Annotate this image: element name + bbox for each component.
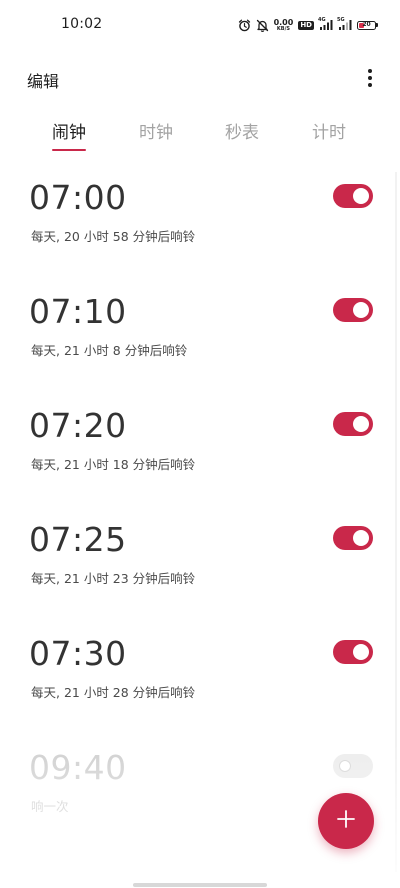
alarm-repeat-info: 响一次 bbox=[31, 799, 69, 814]
battery-icon: 20 bbox=[357, 20, 378, 30]
plus-icon bbox=[336, 809, 356, 833]
signal-icon: 5G bbox=[337, 17, 352, 31]
hd-icon: HD bbox=[298, 20, 314, 30]
alarm-time: 07:10 bbox=[29, 292, 127, 331]
alarm-item[interactable]: 07:20 每天, 21 小时 18 分钟后响铃 bbox=[0, 388, 400, 502]
alarm-item[interactable]: 07:00 每天, 20 小时 58 分钟后响铃 bbox=[0, 160, 400, 274]
alarm-repeat-info: 每天, 20 小时 58 分钟后响铃 bbox=[31, 229, 196, 244]
home-indicator[interactable] bbox=[133, 883, 267, 887]
alarm-toggle[interactable] bbox=[333, 754, 373, 778]
add-alarm-button[interactable] bbox=[318, 793, 374, 849]
signal-icon: 4G bbox=[318, 17, 333, 31]
alarm-item[interactable]: 07:25 每天, 21 小时 23 分钟后响铃 bbox=[0, 502, 400, 616]
alarm-time: 07:25 bbox=[29, 520, 127, 559]
more-vertical-icon[interactable] bbox=[358, 64, 382, 92]
network-speed: 0.00 KB/S bbox=[273, 17, 294, 32]
status-icons: 0.00 KB/S HD 4G 5G 20 bbox=[238, 15, 378, 35]
alarm-time: 07:20 bbox=[29, 406, 127, 445]
alarm-time: 07:30 bbox=[29, 634, 127, 673]
alarm-toggle[interactable] bbox=[333, 184, 373, 208]
alarm-repeat-info: 每天, 21 小时 18 分钟后响铃 bbox=[31, 457, 196, 472]
tab-indicator bbox=[52, 149, 86, 151]
alarm-icon bbox=[238, 19, 251, 32]
alarm-toggle[interactable] bbox=[333, 412, 373, 436]
alarm-toggle[interactable] bbox=[333, 640, 373, 664]
edit-button[interactable]: 编辑 bbox=[27, 68, 59, 92]
alarm-repeat-info: 每天, 21 小时 28 分钟后响铃 bbox=[31, 685, 196, 700]
tab-alarm[interactable]: 闹钟 bbox=[39, 118, 99, 143]
alarm-item[interactable]: 07:30 每天, 21 小时 28 分钟后响铃 bbox=[0, 616, 400, 730]
alarm-repeat-info: 每天, 21 小时 23 分钟后响铃 bbox=[31, 571, 196, 586]
status-bar: 10:02 0.00 KB/S HD 4G 5G 20 bbox=[0, 0, 400, 50]
tab-bar: 闹钟 时钟 秒表 计时 bbox=[26, 112, 374, 156]
alarm-time: 07:00 bbox=[29, 178, 127, 217]
alarm-repeat-info: 每天, 21 小时 8 分钟后响铃 bbox=[31, 343, 188, 358]
alarm-toggle[interactable] bbox=[333, 526, 373, 550]
alarm-time: 09:40 bbox=[29, 748, 127, 787]
tab-clock[interactable]: 时钟 bbox=[126, 118, 186, 143]
tab-timer[interactable]: 计时 bbox=[299, 118, 359, 143]
alarm-item[interactable]: 07:10 每天, 21 小时 8 分钟后响铃 bbox=[0, 274, 400, 388]
status-time: 10:02 bbox=[61, 16, 103, 32]
tab-stopwatch[interactable]: 秒表 bbox=[212, 118, 272, 143]
mute-icon bbox=[256, 19, 269, 32]
alarm-toggle[interactable] bbox=[333, 298, 373, 322]
